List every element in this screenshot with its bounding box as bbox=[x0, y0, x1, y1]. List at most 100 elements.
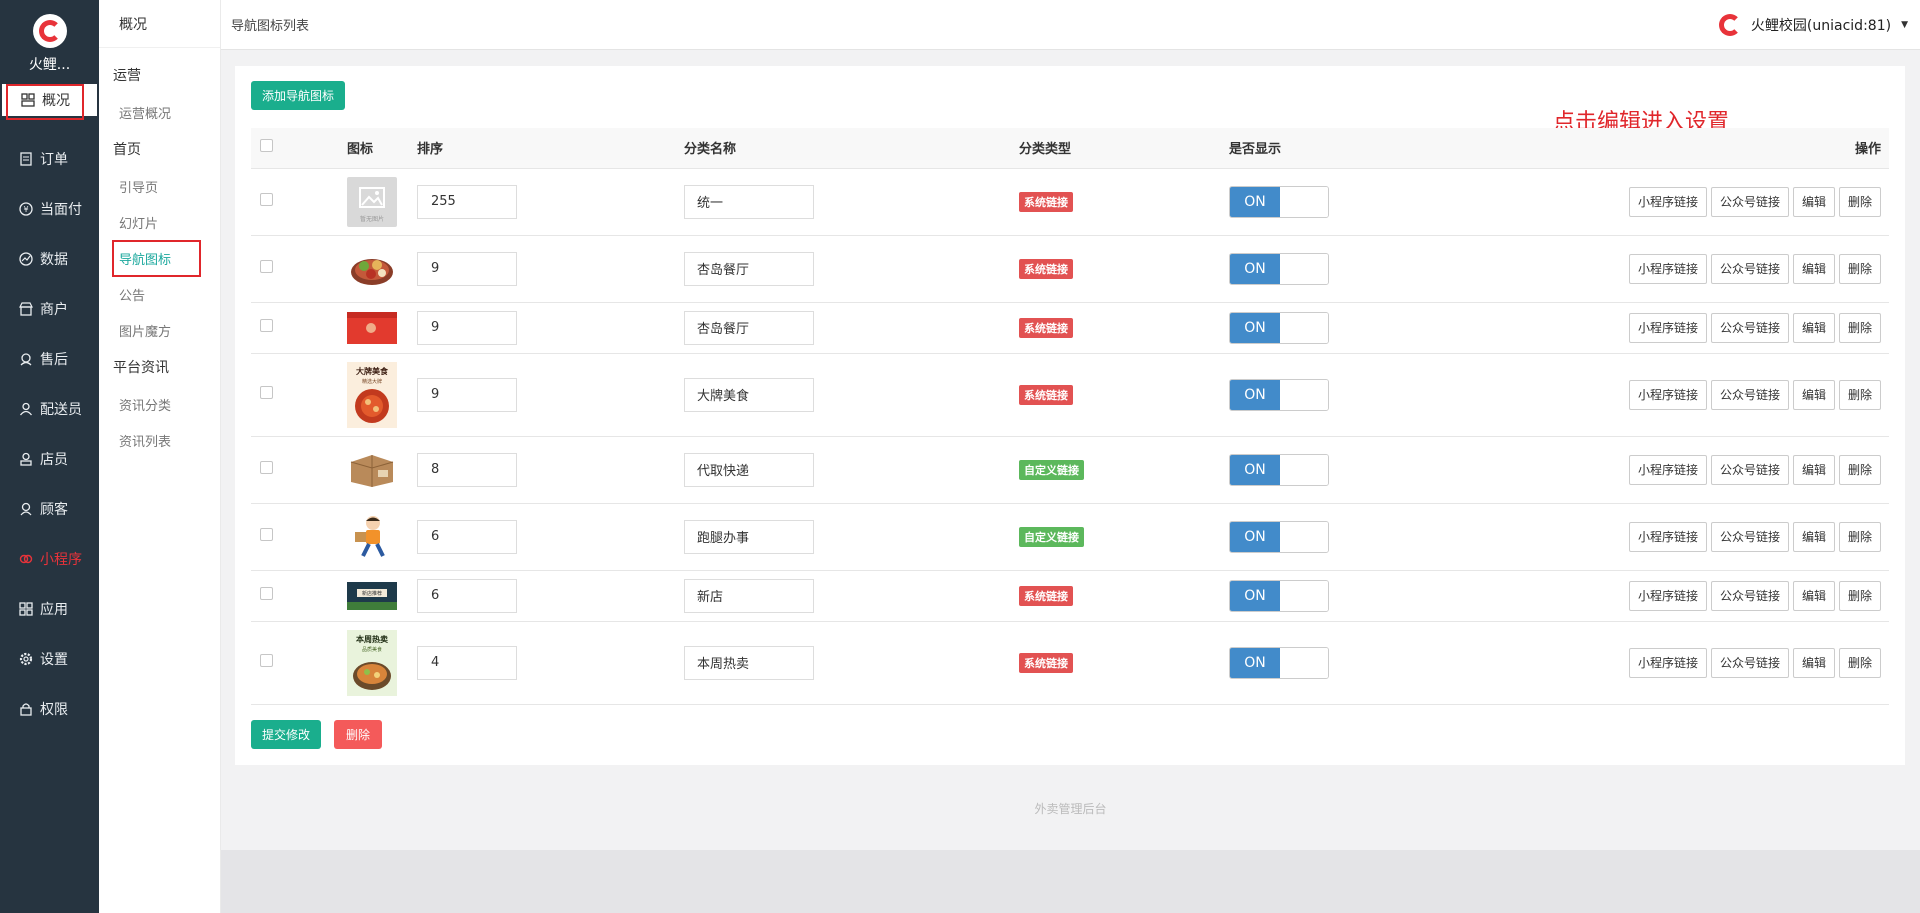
wechat-link-button[interactable]: 公众号链接 bbox=[1710, 647, 1789, 678]
show-toggle[interactable]: ON bbox=[1229, 646, 1329, 679]
sub-nav-item-image-cube[interactable]: 图片魔方 bbox=[99, 312, 220, 348]
main-nav-item-merchant[interactable]: 商户 bbox=[0, 284, 99, 334]
wechat-link-button[interactable]: 公众号链接 bbox=[1710, 580, 1789, 611]
order-input[interactable] bbox=[417, 310, 517, 345]
delete-row-button[interactable]: 删除 bbox=[1838, 312, 1881, 343]
miniapp-link-button[interactable]: 小程序链接 bbox=[1628, 312, 1707, 343]
sub-nav-item-operation-overview[interactable]: 运营概况 bbox=[99, 94, 220, 130]
edit-button[interactable]: 编辑 bbox=[1792, 312, 1835, 343]
main-nav-item-face-pay[interactable]: ¥ 当面付 bbox=[0, 184, 99, 234]
main-nav-item-apps[interactable]: 应用 bbox=[0, 584, 99, 634]
order-input[interactable] bbox=[417, 645, 517, 680]
select-all-cell bbox=[251, 128, 347, 169]
main-nav-item-miniapp[interactable]: 小程序 bbox=[0, 534, 99, 584]
edit-button[interactable]: 编辑 bbox=[1792, 186, 1835, 217]
name-input[interactable] bbox=[684, 578, 814, 613]
show-toggle[interactable]: ON bbox=[1229, 579, 1329, 612]
submit-changes-button[interactable]: 提交修改 bbox=[251, 720, 322, 749]
brand[interactable]: 火鲤... bbox=[0, 0, 99, 84]
order-input[interactable] bbox=[417, 184, 517, 219]
miniapp-link-button[interactable]: 小程序链接 bbox=[1628, 647, 1707, 678]
edit-button[interactable]: 编辑 bbox=[1792, 647, 1835, 678]
delete-row-button[interactable]: 删除 bbox=[1838, 580, 1881, 611]
miniapp-link-button[interactable]: 小程序链接 bbox=[1628, 454, 1707, 485]
row-checkbox[interactable] bbox=[260, 260, 273, 273]
delete-row-button[interactable]: 删除 bbox=[1838, 521, 1881, 552]
name-input[interactable] bbox=[684, 377, 814, 412]
sub-nav-item-guide[interactable]: 引导页 bbox=[99, 168, 220, 204]
main-nav-item-overview[interactable]: 概况 bbox=[2, 84, 97, 120]
gear-icon bbox=[18, 651, 34, 667]
show-toggle[interactable]: ON bbox=[1229, 185, 1329, 218]
main-nav-item-customer[interactable]: 顾客 bbox=[0, 484, 99, 534]
sub-nav-group-news: 平台资讯 bbox=[113, 360, 169, 376]
order-input[interactable] bbox=[417, 452, 517, 487]
wechat-link-button[interactable]: 公众号链接 bbox=[1710, 312, 1789, 343]
main-nav-item-courier[interactable]: 配送员 bbox=[0, 384, 99, 434]
edit-button[interactable]: 编辑 bbox=[1792, 379, 1835, 410]
name-input[interactable] bbox=[684, 310, 814, 345]
row-checkbox[interactable] bbox=[260, 461, 273, 474]
table-row: 新店推荐 系统链接 ON 小程序链接 公众号链接 编辑 删除 bbox=[251, 570, 1889, 622]
show-toggle[interactable]: ON bbox=[1229, 520, 1329, 553]
order-input[interactable] bbox=[417, 251, 517, 286]
sub-nav-item-slides[interactable]: 幻灯片 bbox=[99, 204, 220, 240]
row-checkbox[interactable] bbox=[260, 319, 273, 332]
table-row: 暂无图片 系统链接 ON 小程序链接 公众号链接 编辑 删除 bbox=[251, 168, 1889, 236]
delete-row-button[interactable]: 删除 bbox=[1838, 186, 1881, 217]
main-nav-item-permission[interactable]: 权限 bbox=[0, 684, 99, 734]
miniapp-icon bbox=[18, 551, 34, 567]
sub-nav-item-news-category[interactable]: 资讯分类 bbox=[99, 386, 220, 422]
show-toggle[interactable]: ON bbox=[1229, 378, 1329, 411]
miniapp-link-button[interactable]: 小程序链接 bbox=[1628, 186, 1707, 217]
row-checkbox[interactable] bbox=[260, 587, 273, 600]
show-toggle[interactable]: ON bbox=[1229, 311, 1329, 344]
show-toggle[interactable]: ON bbox=[1229, 252, 1329, 285]
row-checkbox[interactable] bbox=[260, 528, 273, 541]
name-input[interactable] bbox=[684, 519, 814, 554]
wechat-link-button[interactable]: 公众号链接 bbox=[1710, 454, 1789, 485]
wechat-link-button[interactable]: 公众号链接 bbox=[1710, 521, 1789, 552]
delete-row-button[interactable]: 删除 bbox=[1838, 379, 1881, 410]
wechat-link-button[interactable]: 公众号链接 bbox=[1710, 253, 1789, 284]
main-nav-item-data[interactable]: 数据 bbox=[0, 234, 99, 284]
main-nav-item-orders[interactable]: 订单 bbox=[0, 134, 99, 184]
edit-button[interactable]: 编辑 bbox=[1792, 580, 1835, 611]
account-menu[interactable]: 火鲤校园(uniacid:81) ▼ bbox=[1718, 13, 1908, 36]
main-nav-item-settings[interactable]: 设置 bbox=[0, 634, 99, 684]
order-input[interactable] bbox=[417, 377, 517, 412]
row-checkbox[interactable] bbox=[260, 654, 273, 667]
order-input[interactable] bbox=[417, 519, 517, 554]
toggle-on-label: ON bbox=[1230, 253, 1280, 284]
name-input[interactable] bbox=[684, 251, 814, 286]
delete-row-button[interactable]: 删除 bbox=[1838, 253, 1881, 284]
name-input[interactable] bbox=[684, 645, 814, 680]
delete-row-button[interactable]: 删除 bbox=[1838, 647, 1881, 678]
row-checkbox[interactable] bbox=[260, 193, 273, 206]
delete-row-button[interactable]: 删除 bbox=[1838, 454, 1881, 485]
name-input[interactable] bbox=[684, 184, 814, 219]
name-input[interactable] bbox=[684, 452, 814, 487]
miniapp-link-button[interactable]: 小程序链接 bbox=[1628, 379, 1707, 410]
add-nav-icon-button[interactable]: 添加导航图标 bbox=[251, 81, 346, 110]
edit-button[interactable]: 编辑 bbox=[1792, 253, 1835, 284]
order-input[interactable] bbox=[417, 578, 517, 613]
sub-nav-item-notice[interactable]: 公告 bbox=[99, 276, 220, 312]
wechat-link-button[interactable]: 公众号链接 bbox=[1710, 379, 1789, 410]
row-checkbox[interactable] bbox=[260, 386, 273, 399]
edit-button[interactable]: 编辑 bbox=[1792, 454, 1835, 485]
miniapp-link-button[interactable]: 小程序链接 bbox=[1628, 521, 1707, 552]
miniapp-link-button[interactable]: 小程序链接 bbox=[1628, 580, 1707, 611]
sub-nav-item-nav-icons[interactable]: 导航图标 bbox=[99, 240, 220, 277]
show-toggle[interactable]: ON bbox=[1229, 453, 1329, 486]
edit-button[interactable]: 编辑 bbox=[1792, 521, 1835, 552]
bulk-delete-button[interactable]: 删除 bbox=[334, 720, 383, 749]
main-nav-item-aftersale[interactable]: 售后 bbox=[0, 334, 99, 384]
select-all-checkbox[interactable] bbox=[260, 139, 273, 153]
wechat-link-button[interactable]: 公众号链接 bbox=[1710, 186, 1789, 217]
sub-nav-item-news-list[interactable]: 资讯列表 bbox=[99, 422, 220, 458]
miniapp-link-button[interactable]: 小程序链接 bbox=[1628, 253, 1707, 284]
svg-text:¥: ¥ bbox=[23, 205, 28, 214]
main-nav-item-staff[interactable]: 店员 bbox=[0, 434, 99, 484]
row-thumbnail bbox=[347, 247, 397, 290]
